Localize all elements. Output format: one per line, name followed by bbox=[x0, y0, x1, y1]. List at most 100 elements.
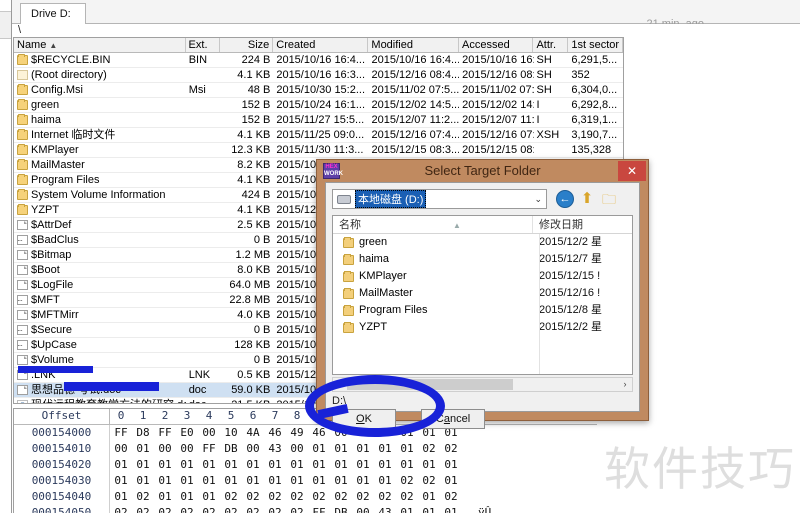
hex-byte-cell[interactable]: 01 bbox=[352, 441, 374, 457]
tab-drive-d[interactable]: Drive D: bbox=[20, 3, 86, 24]
hex-byte-cell[interactable]: 00 bbox=[198, 425, 220, 441]
hex-byte-cell[interactable]: 01 bbox=[330, 457, 352, 473]
hex-byte-cell[interactable]: 00 bbox=[242, 441, 264, 457]
hex-byte-cell[interactable]: 02 bbox=[352, 489, 374, 505]
hex-byte-cell[interactable]: 01 bbox=[198, 489, 220, 505]
ok-button[interactable]: OK bbox=[332, 409, 396, 429]
hex-byte-cell[interactable]: 01 bbox=[396, 441, 418, 457]
hex-byte-cell[interactable]: 01 bbox=[154, 473, 176, 489]
hex-byte-cell[interactable]: 01 bbox=[110, 473, 132, 489]
folder-browser-list[interactable]: 名称 修改日期 ▲ green 2015/12/2 星 haima 2015/12/7… bbox=[332, 215, 633, 375]
hex-byte-cell[interactable]: 01 bbox=[308, 473, 330, 489]
chevron-down-icon[interactable]: ⌄ bbox=[534, 194, 542, 205]
hex-byte-cell[interactable]: 01 bbox=[198, 473, 220, 489]
hex-byte-cell[interactable]: 00 bbox=[154, 441, 176, 457]
hex-byte-cell[interactable]: 01 bbox=[352, 457, 374, 473]
hex-byte-cell[interactable]: 01 bbox=[220, 473, 242, 489]
hex-byte-cell[interactable]: 10 bbox=[220, 425, 242, 441]
cancel-button[interactable]: Cancel bbox=[421, 409, 486, 429]
column-header-attr[interactable]: Attr. bbox=[533, 38, 569, 52]
table-row[interactable]: Internet 临时文件 4.1 KB 2015/11/25 09:0... 201… bbox=[14, 128, 623, 143]
hex-byte-cell[interactable]: 02 bbox=[440, 489, 462, 505]
hex-byte-cell[interactable]: 46 bbox=[264, 425, 286, 441]
hex-byte-cell[interactable]: 02 bbox=[418, 441, 440, 457]
select-target-folder-dialog[interactable]: HEX WORK Select Target Folder ✕ 本地磁盘 (D:… bbox=[316, 159, 649, 429]
folder-list-horizontal-scrollbar[interactable]: ‹ › bbox=[332, 377, 633, 392]
close-icon[interactable]: ✕ bbox=[618, 161, 646, 181]
table-row[interactable]: green 152 B 2015/10/24 16:1... 2015/12/02 1… bbox=[14, 98, 623, 113]
hex-byte-cell[interactable]: FF bbox=[154, 425, 176, 441]
scroll-right-icon[interactable]: › bbox=[618, 378, 632, 391]
dialog-title-bar[interactable]: HEX WORK Select Target Folder ✕ bbox=[317, 160, 648, 182]
table-row[interactable]: KMPlayer 12.3 KB 2015/11/30 11:3... 2015/12… bbox=[14, 143, 623, 158]
hex-byte-cell[interactable]: 01 bbox=[308, 457, 330, 473]
hex-byte-cell[interactable]: 01 bbox=[198, 457, 220, 473]
scrollbar-thumb[interactable] bbox=[347, 379, 513, 390]
hex-byte-cell[interactable]: E0 bbox=[176, 425, 198, 441]
table-row[interactable]: $RECYCLE.BIN BIN 224 B 2015/10/16 16:4... 20… bbox=[14, 53, 623, 68]
hex-byte-cell[interactable]: 01 bbox=[154, 489, 176, 505]
hex-byte-cell[interactable]: 02 bbox=[418, 473, 440, 489]
hex-byte-cell[interactable]: 01 bbox=[110, 489, 132, 505]
list-item[interactable]: KMPlayer 2015/12/15 ! bbox=[333, 268, 632, 285]
list-item[interactable]: green 2015/12/2 星 bbox=[333, 234, 632, 251]
hex-byte-cell[interactable]: 01 bbox=[132, 473, 154, 489]
column-header-ext[interactable]: Ext. bbox=[186, 38, 221, 52]
hex-byte-cell[interactable]: 01 bbox=[264, 473, 286, 489]
hex-byte-cell[interactable]: 01 bbox=[330, 441, 352, 457]
hex-row[interactable]: 000154020 01 01 01 01 01 01 01 01 01 01 01 01 01 01 01 0… bbox=[14, 457, 623, 473]
hex-byte-cell[interactable]: 02 bbox=[374, 489, 396, 505]
hex-byte-cell[interactable]: 02 bbox=[396, 473, 418, 489]
column-header-first-sector[interactable]: 1st sector bbox=[568, 38, 623, 52]
hex-byte-cell[interactable]: 01 bbox=[440, 457, 462, 473]
hex-byte-cell[interactable]: 02 bbox=[440, 441, 462, 457]
hex-byte-cell[interactable]: 00 bbox=[176, 441, 198, 457]
hex-byte-cell[interactable]: 00 bbox=[110, 441, 132, 457]
back-icon[interactable]: ← bbox=[556, 190, 574, 208]
hex-byte-cell[interactable]: 02 bbox=[132, 489, 154, 505]
drive-select[interactable]: 本地磁盘 (D:) ⌄ bbox=[332, 189, 547, 209]
up-folder-icon[interactable]: ⬆ bbox=[578, 190, 596, 208]
hex-byte-cell[interactable]: 01 bbox=[176, 473, 198, 489]
hex-byte-cell[interactable]: 01 bbox=[418, 457, 440, 473]
hex-row[interactable]: 000154040 01 02 01 01 01 02 02 02 02 02 02 02 02 02 01 0… bbox=[14, 489, 623, 505]
hex-byte-cell[interactable]: 02 bbox=[264, 489, 286, 505]
column-header-size[interactable]: Size bbox=[220, 38, 274, 52]
list-item[interactable]: Program Files 2015/12/8 星 bbox=[333, 302, 632, 319]
hex-byte-cell[interactable]: 01 bbox=[176, 457, 198, 473]
list-item[interactable]: haima 2015/12/7 星 bbox=[333, 251, 632, 268]
hex-byte-cell[interactable]: FF bbox=[198, 441, 220, 457]
hex-byte-cell[interactable]: 02 bbox=[242, 489, 264, 505]
hex-byte-cell[interactable]: 01 bbox=[308, 441, 330, 457]
hex-byte-cell[interactable]: 01 bbox=[352, 473, 374, 489]
hex-byte-cell[interactable]: 02 bbox=[396, 489, 418, 505]
hex-row[interactable]: 000154010 00 01 00 00 FF DB 00 43 00 01 01 01 01 01 02 0… bbox=[14, 441, 623, 457]
hex-byte-cell[interactable]: 01 bbox=[286, 473, 308, 489]
hex-byte-cell[interactable]: FF bbox=[110, 425, 132, 441]
hex-byte-cell[interactable]: 02 bbox=[330, 489, 352, 505]
hex-byte-cell[interactable]: 01 bbox=[154, 457, 176, 473]
hex-byte-cell[interactable]: 02 bbox=[220, 489, 242, 505]
hex-byte-cell[interactable]: 02 bbox=[286, 489, 308, 505]
hex-byte-cell[interactable]: 49 bbox=[286, 425, 308, 441]
hex-byte-cell[interactable]: 01 bbox=[396, 457, 418, 473]
hex-byte-cell[interactable]: 00 bbox=[286, 441, 308, 457]
hex-byte-cell[interactable]: D8 bbox=[132, 425, 154, 441]
hex-byte-cell[interactable]: 01 bbox=[264, 457, 286, 473]
hex-byte-cell[interactable]: 01 bbox=[374, 441, 396, 457]
hex-byte-cell[interactable]: 01 bbox=[374, 473, 396, 489]
hex-byte-cell[interactable]: 01 bbox=[220, 457, 242, 473]
hex-byte-cell[interactable]: 01 bbox=[242, 457, 264, 473]
hex-byte-cell[interactable]: 01 bbox=[440, 473, 462, 489]
hex-byte-cell[interactable]: 01 bbox=[286, 457, 308, 473]
folder-list-header-name[interactable]: 名称 bbox=[333, 216, 533, 233]
table-row[interactable]: Config.Msi Msi 48 B 2015/10/30 15:2... 2015/… bbox=[14, 83, 623, 98]
folder-list-header-date[interactable]: 修改日期 bbox=[533, 216, 583, 233]
table-row[interactable]: haima 152 B 2015/11/27 15:5... 2015/12/07 1… bbox=[14, 113, 623, 128]
column-header-modified[interactable]: Modified bbox=[368, 38, 460, 52]
hex-byte-cell[interactable]: 01 bbox=[242, 473, 264, 489]
scroll-left-icon[interactable]: ‹ bbox=[333, 378, 347, 391]
hex-byte-cell[interactable]: 01 bbox=[418, 489, 440, 505]
column-header-created[interactable]: Created bbox=[273, 38, 369, 52]
hex-byte-cell[interactable]: 02 bbox=[308, 489, 330, 505]
